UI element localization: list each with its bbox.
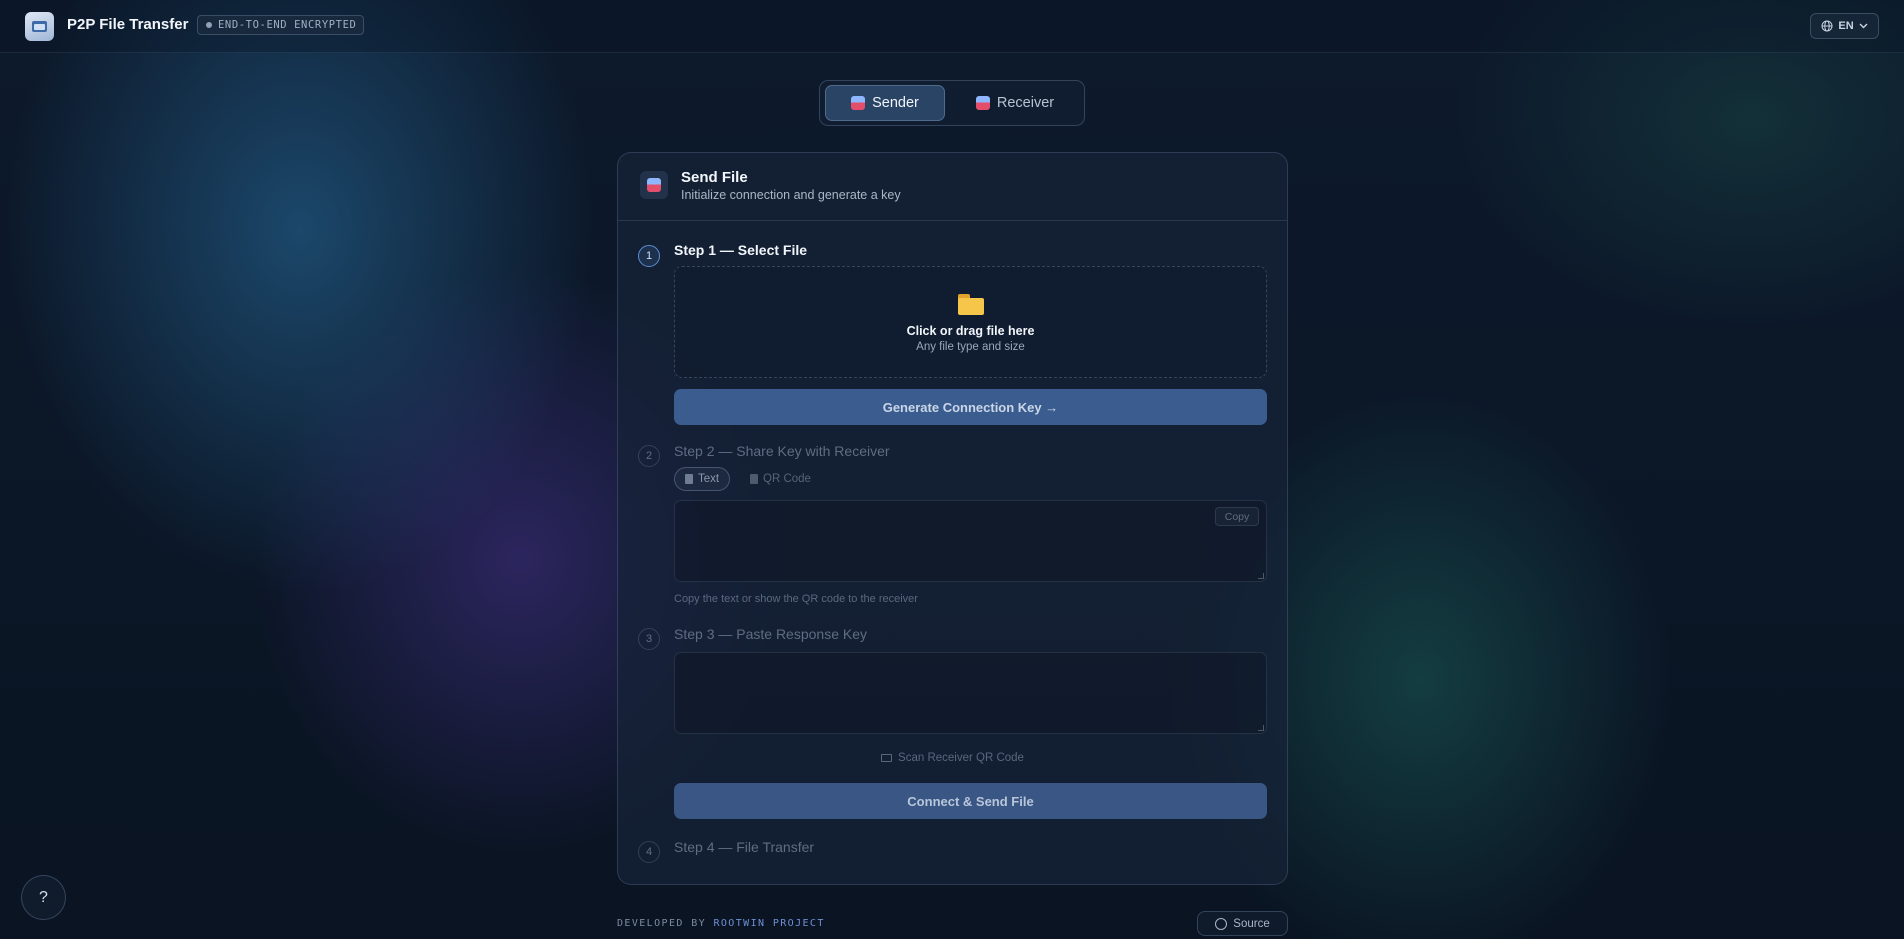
top-bar: P2P File Transfer END-TO-END ENCRYPTED E…	[0, 0, 1904, 53]
connection-key-textarea[interactable]: Copy	[674, 500, 1267, 582]
copy-button[interactable]: Copy	[1215, 507, 1259, 526]
send-file-card: Send File Initialize connection and gene…	[617, 152, 1288, 885]
app-title: P2P File Transfer	[67, 16, 189, 33]
github-icon	[1215, 917, 1228, 930]
resize-handle[interactable]	[1258, 573, 1264, 579]
resize-handle[interactable]	[1258, 725, 1264, 731]
source-button[interactable]: Source	[1197, 911, 1288, 936]
step-3-title: Step 3 — Paste Response Key	[674, 626, 867, 642]
card-title: Send File	[681, 169, 748, 186]
share-tab-text[interactable]: Text	[674, 467, 731, 491]
share-tab-qr-label: QR Code	[763, 473, 811, 485]
app-logo-icon	[25, 12, 54, 41]
scan-qr-link[interactable]: Scan Receiver QR Code	[618, 752, 1287, 764]
step-4-title: Step 4 — File Transfer	[674, 839, 815, 855]
scan-qr-label: Scan Receiver QR Code	[898, 752, 1024, 764]
source-label: Source	[1233, 917, 1270, 930]
brand-link[interactable]: ROOTWIN PROJECT	[713, 918, 824, 929]
document-icon	[685, 474, 693, 484]
chevron-down-icon	[1859, 23, 1868, 29]
mode-toggle: Sender Receiver	[819, 80, 1085, 126]
developed-by-label: DEVELOPED BY	[617, 918, 707, 929]
step-2-number: 2	[638, 445, 660, 467]
tab-receiver-label: Receiver	[996, 95, 1055, 111]
globe-icon	[1821, 20, 1833, 32]
folder-icon	[958, 294, 984, 315]
dropzone-title: Click or drag file here	[906, 324, 1035, 338]
share-hint: Copy the text or show the QR code to the…	[674, 593, 918, 605]
step-1-title: Step 1 — Select File	[674, 242, 808, 258]
response-key-textarea[interactable]	[674, 652, 1267, 734]
step-4-number: 4	[638, 841, 660, 863]
step-2-title: Step 2 — Share Key with Receiver	[674, 443, 890, 459]
language-selector[interactable]: EN	[1810, 13, 1879, 39]
step-3-number: 3	[638, 628, 660, 650]
phone-icon	[750, 474, 758, 484]
encryption-badge-label: END-TO-END ENCRYPTED	[218, 19, 357, 31]
developer-credit: DEVELOPED BY ROOTWIN PROJECT	[617, 918, 825, 929]
generate-key-button[interactable]: Generate Connection Key →	[674, 389, 1267, 425]
tab-sender[interactable]: Sender	[825, 85, 945, 121]
outbox-icon	[640, 171, 668, 199]
tab-receiver[interactable]: Receiver	[952, 85, 1078, 121]
outbox-icon	[851, 96, 866, 110]
step-1-number: 1	[638, 245, 660, 267]
status-dot-icon	[206, 22, 212, 28]
dropzone-subtitle: Any file type and size	[916, 341, 1025, 353]
card-header: Send File Initialize connection and gene…	[618, 153, 1287, 221]
tab-sender-label: Sender	[872, 95, 919, 111]
encryption-badge: END-TO-END ENCRYPTED	[197, 15, 365, 35]
inbox-icon	[975, 96, 990, 110]
camera-icon	[881, 754, 893, 762]
share-tab-qr[interactable]: QR Code	[740, 467, 821, 491]
connect-send-button[interactable]: Connect & Send File	[674, 783, 1267, 819]
share-tab-text-label: Text	[698, 473, 720, 485]
card-subtitle: Initialize connection and generate a key	[681, 188, 901, 202]
help-button[interactable]: ?	[21, 875, 66, 920]
language-label: EN	[1838, 20, 1854, 32]
file-dropzone[interactable]: Click or drag file here Any file type an…	[674, 266, 1267, 378]
